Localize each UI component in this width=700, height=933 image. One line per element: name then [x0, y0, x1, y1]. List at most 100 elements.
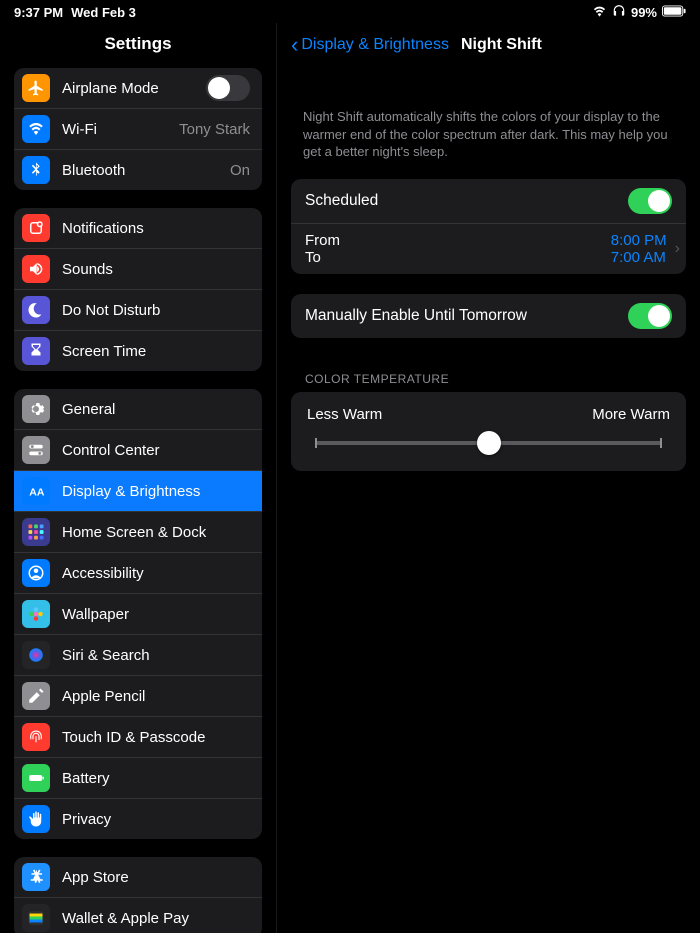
- sidebar-item-pencil[interactable]: Apple Pencil: [14, 675, 262, 716]
- sidebar-item-label: Notifications: [62, 220, 250, 237]
- slider-thumb[interactable]: [477, 431, 501, 455]
- hourglass-icon: [22, 337, 50, 365]
- hand-icon: [22, 805, 50, 833]
- description-text: Night Shift automatically shifts the col…: [291, 68, 686, 179]
- less-warm-label: Less Warm: [307, 406, 382, 423]
- scheduled-row[interactable]: Scheduled: [291, 179, 686, 223]
- detail-pane: ‹ Display & Brightness Night Shift Night…: [277, 23, 700, 933]
- sidebar-item-cc[interactable]: Control Center: [14, 429, 262, 470]
- sidebar-item-label: Wallpaper: [62, 606, 250, 623]
- switches-icon: [22, 436, 50, 464]
- wallet-icon: [22, 904, 50, 932]
- settings-sidebar: Settings Airplane Mode Wi-Fi Tony Stark Blu…: [0, 23, 277, 933]
- battery-icon: [662, 5, 686, 20]
- chevron-right-icon: ›: [675, 240, 680, 258]
- schedule-time-row[interactable]: From To 8:00 PM 7:00 AM ›: [291, 223, 686, 274]
- sidebar-item-label: Accessibility: [62, 565, 250, 582]
- sidebar-item-notifications[interactable]: Notifications: [14, 208, 262, 248]
- airplane-icon: [22, 74, 50, 102]
- sidebar-item-wallpaper[interactable]: Wallpaper: [14, 593, 262, 634]
- appstore-icon: [22, 863, 50, 891]
- sidebar-title: Settings: [0, 23, 276, 68]
- sidebar-item-label: Sounds: [62, 261, 250, 278]
- sidebar-item-appstore[interactable]: App Store: [14, 857, 262, 897]
- manual-toggle[interactable]: [628, 303, 672, 329]
- sidebar-item-privacy[interactable]: Privacy: [14, 798, 262, 839]
- sidebar-item-label: Apple Pencil: [62, 688, 250, 705]
- wifi-icon: [592, 5, 607, 20]
- sidebar-item-label: Control Center: [62, 442, 250, 459]
- sidebar-item-home[interactable]: Home Screen & Dock: [14, 511, 262, 552]
- schedule-panel: Scheduled From To 8:00 PM 7:00 AM ›: [291, 179, 686, 274]
- nav-bar: ‹ Display & Brightness Night Shift: [291, 23, 686, 68]
- siri-icon: [22, 641, 50, 669]
- to-label: To: [305, 249, 321, 266]
- sidebar-item-screentime[interactable]: Screen Time: [14, 330, 262, 371]
- bell-icon: [22, 214, 50, 242]
- bluetooth-icon: [22, 156, 50, 184]
- page-title: Night Shift: [461, 36, 542, 54]
- fingerprint-icon: [22, 723, 50, 751]
- sidebar-item-sounds[interactable]: Sounds: [14, 248, 262, 289]
- airplane-toggle[interactable]: [206, 75, 250, 101]
- sidebar-group: App Store Wallet & Apple Pay: [14, 857, 262, 933]
- sidebar-item-label: Privacy: [62, 811, 250, 828]
- pencil-icon: [22, 682, 50, 710]
- sidebar-item-accessibility[interactable]: Accessibility: [14, 552, 262, 593]
- sidebar-item-label: Bluetooth: [62, 162, 218, 179]
- status-time: 9:37 PM: [14, 5, 63, 20]
- chevron-left-icon: ‹: [291, 32, 298, 58]
- sidebar-group: General Control Center AA Display & Brightn…: [14, 389, 262, 839]
- sidebar-item-siri[interactable]: Siri & Search: [14, 634, 262, 675]
- grid-icon: [22, 518, 50, 546]
- sidebar-item-label: Wi-Fi: [62, 121, 167, 138]
- sidebar-item-battery[interactable]: Battery: [14, 757, 262, 798]
- battery-icon: [22, 764, 50, 792]
- sidebar-group: Notifications Sounds Do Not Disturb Screen …: [14, 208, 262, 371]
- slider-tick-max: [660, 438, 662, 448]
- sidebar-item-wallet[interactable]: Wallet & Apple Pay: [14, 897, 262, 933]
- sidebar-item-label: Battery: [62, 770, 250, 787]
- sidebar-item-touchid[interactable]: Touch ID & Passcode: [14, 716, 262, 757]
- battery-pct: 99%: [631, 5, 657, 20]
- sidebar-item-label: Touch ID & Passcode: [62, 729, 250, 746]
- scheduled-toggle[interactable]: [628, 188, 672, 214]
- sidebar-item-airplane[interactable]: Airplane Mode: [14, 68, 262, 108]
- manual-panel: Manually Enable Until Tomorrow: [291, 294, 686, 338]
- sidebar-item-label: Screen Time: [62, 343, 250, 360]
- person-icon: [22, 559, 50, 587]
- sidebar-item-label: Wallet & Apple Pay: [62, 910, 250, 927]
- back-button[interactable]: ‹ Display & Brightness: [291, 32, 449, 58]
- sidebar-item-label: Siri & Search: [62, 647, 250, 664]
- manual-label: Manually Enable Until Tomorrow: [305, 307, 628, 325]
- from-label: From: [305, 232, 340, 249]
- aa-icon: AA: [22, 477, 50, 505]
- sidebar-item-general[interactable]: General: [14, 389, 262, 429]
- sidebar-item-label: Display & Brightness: [62, 483, 250, 500]
- sidebar-group: Airplane Mode Wi-Fi Tony Stark Bluetooth On: [14, 68, 262, 190]
- sidebar-item-display[interactable]: AA Display & Brightness: [14, 470, 262, 511]
- moon-icon: [22, 296, 50, 324]
- status-date: Wed Feb 3: [71, 5, 136, 20]
- sidebar-item-wifi[interactable]: Wi-Fi Tony Stark: [14, 108, 262, 149]
- slider-tick-min: [315, 438, 317, 448]
- status-bar: 9:37 PM Wed Feb 3 99%: [0, 0, 700, 23]
- gear-icon: [22, 395, 50, 423]
- speaker-icon: [22, 255, 50, 283]
- temp-section-header: COLOR TEMPERATURE: [291, 358, 686, 392]
- manual-enable-row[interactable]: Manually Enable Until Tomorrow: [291, 294, 686, 338]
- color-temp-slider[interactable]: [315, 441, 662, 445]
- sidebar-item-label: App Store: [62, 869, 250, 886]
- headphones-icon: [612, 4, 626, 21]
- from-value: 8:00 PM: [611, 232, 667, 249]
- sidebar-item-bluetooth[interactable]: Bluetooth On: [14, 149, 262, 190]
- sidebar-item-label: Airplane Mode: [62, 80, 194, 97]
- to-value: 7:00 AM: [611, 249, 666, 266]
- sidebar-item-dnd[interactable]: Do Not Disturb: [14, 289, 262, 330]
- svg-text:AA: AA: [29, 487, 45, 499]
- wifi-icon: [22, 115, 50, 143]
- sidebar-item-detail: On: [230, 162, 250, 179]
- more-warm-label: More Warm: [592, 406, 670, 423]
- sidebar-item-label: Do Not Disturb: [62, 302, 250, 319]
- sidebar-item-detail: Tony Stark: [179, 121, 250, 138]
